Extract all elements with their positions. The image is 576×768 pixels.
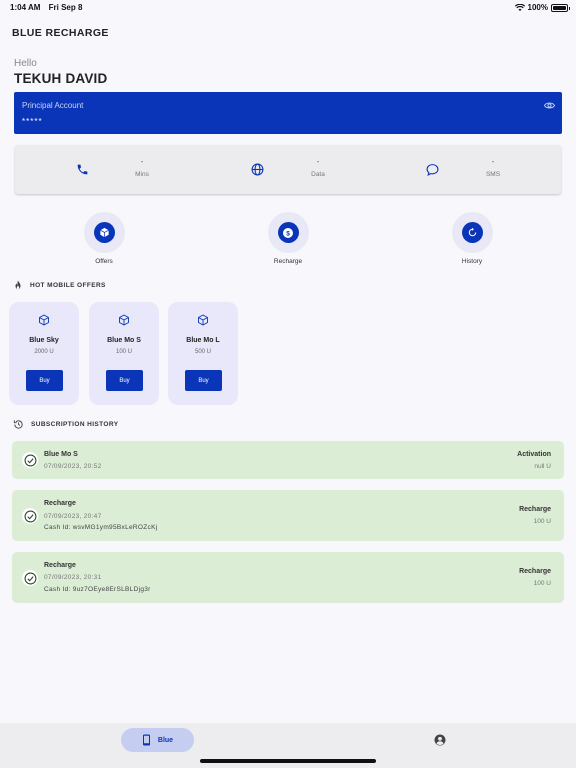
offer-name: Blue Mo S: [107, 337, 141, 344]
offer-card[interactable]: Blue Mo L 500 U Buy: [168, 302, 238, 405]
history-amount: 100 U: [533, 518, 551, 525]
offers-label: Offers: [95, 258, 113, 265]
history-title: Recharge: [44, 500, 76, 507]
nav-blue-tab[interactable]: Blue: [121, 728, 194, 752]
bottom-navigation: Blue: [0, 723, 576, 768]
offers-action[interactable]: Offers: [74, 212, 134, 265]
box-icon: [39, 314, 49, 326]
history-cash-id: Cash Id: wsvMG1ym95BxLeROZcKj: [44, 524, 158, 531]
wifi-icon: [514, 3, 525, 11]
offer-name: Blue Sky: [29, 337, 59, 344]
history-item[interactable]: Recharge 07/09/2023, 20:47 Cash Id: wsvM…: [12, 490, 564, 541]
history-type: Activation: [517, 451, 551, 458]
dollar-icon: $: [283, 227, 293, 238]
profile-icon[interactable]: [434, 734, 446, 746]
hot-offers-heading: HOT MOBILE OFFERS: [13, 280, 106, 290]
home-indicator: [200, 759, 376, 763]
offer-name: Blue Mo L: [186, 337, 220, 344]
offer-card[interactable]: Blue Mo S 100 U Buy: [89, 302, 159, 405]
eye-icon[interactable]: [544, 100, 555, 111]
greeting-text: Hello: [14, 58, 37, 69]
status-time: 1:04 AM: [10, 3, 41, 12]
data-value: -: [316, 157, 320, 166]
recharge-action[interactable]: $ Recharge: [258, 212, 318, 265]
app-title: BLUE RECHARGE: [12, 27, 109, 39]
hot-offers-title: HOT MOBILE OFFERS: [30, 281, 106, 289]
subscription-history-heading: SUBSCRIPTION HISTORY: [13, 419, 118, 430]
buy-button[interactable]: Buy: [106, 370, 143, 391]
status-date: Fri Sep 8: [48, 3, 83, 12]
box-icon: [99, 227, 109, 238]
history-amount: 100 U: [533, 580, 551, 587]
history-type: Recharge: [519, 506, 551, 513]
offer-price: 100 U: [115, 349, 132, 355]
history-item[interactable]: Recharge 07/09/2023, 20:31 Cash Id: 9uz7…: [12, 552, 564, 603]
sms-value: -: [491, 157, 495, 166]
offer-price: 2000 U: [34, 349, 54, 355]
principal-account-card: Principal Account *****: [14, 92, 562, 134]
mins-value: -: [140, 157, 144, 166]
history-action[interactable]: History: [442, 212, 502, 265]
history-title: Blue Mo S: [44, 451, 78, 458]
account-label: Principal Account: [22, 101, 84, 110]
history-title: Recharge: [44, 562, 76, 569]
history-label: History: [461, 258, 483, 265]
offer-price: 500 U: [194, 349, 211, 355]
buy-button[interactable]: Buy: [26, 370, 63, 391]
data-label: Data: [311, 171, 325, 178]
box-icon: [198, 314, 208, 326]
check-circle-icon: [22, 452, 38, 468]
subscription-history-title: SUBSCRIPTION HISTORY: [31, 421, 119, 428]
check-circle-icon: [22, 570, 38, 586]
check-circle-icon: [22, 508, 38, 524]
history-type: Recharge: [519, 568, 551, 575]
svg-text:$: $: [286, 230, 290, 237]
sms-label: SMS: [485, 171, 501, 178]
phone-device-icon: [142, 734, 150, 746]
history-amount: null U: [534, 463, 551, 470]
offer-card[interactable]: Blue Sky 2000 U Buy: [9, 302, 79, 405]
phone-icon: [77, 164, 88, 175]
chat-icon: [426, 164, 439, 176]
buy-button[interactable]: Buy: [185, 370, 222, 391]
box-icon: [119, 314, 129, 326]
account-balance-hidden: *****: [22, 117, 43, 126]
mins-label: Mins: [135, 171, 149, 178]
battery-icon: [551, 3, 570, 12]
history-cash-id: Cash Id: 9uz7OEye8ErSLBLDjg3r: [44, 586, 151, 593]
nav-blue-label: Blue: [157, 736, 174, 744]
history-icon: [13, 420, 23, 429]
usage-summary-card: - Mins - Data - SMS: [15, 145, 561, 194]
refresh-icon: [468, 227, 476, 237]
status-bar: 1:04 AM Fri Sep 8 100%: [0, 0, 576, 16]
history-date: 07/09/2023, 20:52: [44, 463, 102, 470]
battery-percent: 100%: [527, 3, 548, 12]
history-date: 07/09/2023, 20:31: [44, 574, 102, 581]
history-date: 07/09/2023, 20:47: [44, 513, 102, 520]
history-item[interactable]: Blue Mo S 07/09/2023, 20:52 Activation n…: [12, 441, 564, 479]
user-name: TEKUH DAVID: [14, 71, 108, 86]
fire-icon: [15, 280, 21, 290]
globe-icon: [251, 163, 264, 176]
recharge-label: Recharge: [273, 258, 303, 265]
